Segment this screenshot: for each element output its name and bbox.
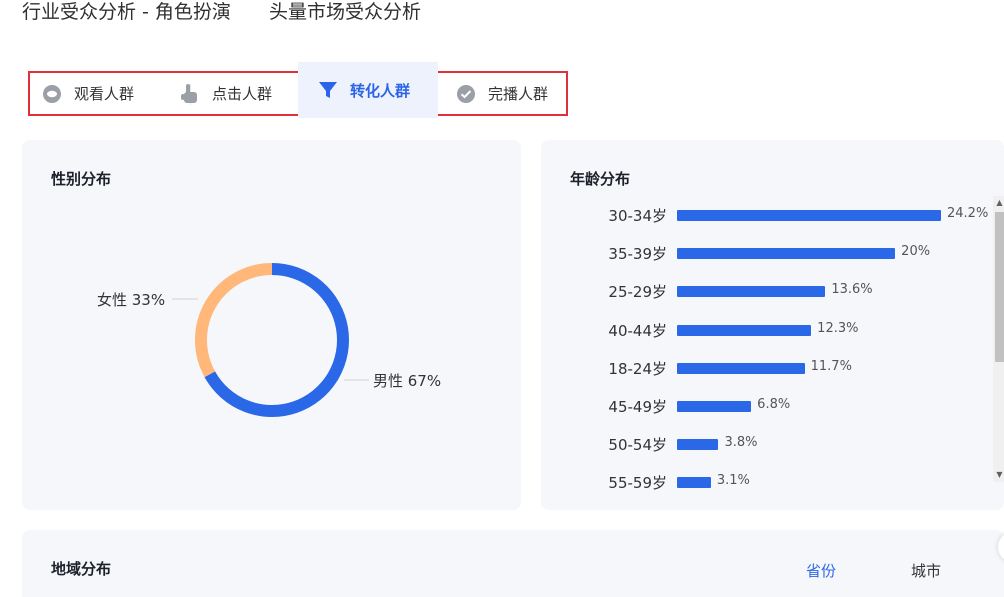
page-root: 行业受众分析 - 角色扮演 头量市场受众分析 观看人群 点击人群 转化人群 完播…	[0, 0, 1004, 597]
donut-slice-female[interactable]	[195, 263, 273, 378]
male-label: 男性 67%	[373, 372, 442, 390]
header-tab-industry[interactable]: 行业受众分析 - 角色扮演	[22, 0, 231, 26]
tab-view-audience[interactable]: 观看人群	[30, 73, 160, 114]
gender-donut-chart	[172, 263, 369, 417]
age-bar[interactable]	[677, 477, 711, 489]
age-category-label: 45-49岁	[608, 398, 667, 416]
age-value-label: 12.3%	[817, 320, 859, 336]
tab-complete-audience[interactable]: 完播人群	[438, 73, 566, 114]
age-category-label: 55-59岁	[608, 474, 667, 493]
age-value-label: 3.1%	[716, 473, 750, 489]
tab-click-audience[interactable]: 点击人群	[160, 73, 298, 114]
scroll-down-icon[interactable]: ▼	[995, 470, 1004, 480]
age-value-label: 24.2%	[947, 206, 989, 221]
eye-icon	[42, 84, 62, 104]
age-category-label: 25-29岁	[608, 283, 667, 302]
hand-pointer-icon	[180, 83, 200, 104]
age-bar[interactable]	[677, 286, 826, 298]
age-bar[interactable]	[677, 362, 805, 374]
gender-card: 性别分布 女性 33% 男性 67%	[22, 140, 521, 510]
age-bar[interactable]	[677, 324, 812, 336]
age-category-label: 30-34岁	[608, 207, 667, 225]
age-value-label: 6.8%	[757, 397, 791, 412]
age-category-label: 35-39岁	[608, 245, 667, 264]
age-category-label: 18-24岁	[608, 359, 667, 378]
region-title: 地域分布	[51, 560, 112, 578]
tab-city[interactable]: 城市	[911, 560, 941, 581]
age-value-label: 11.7%	[810, 358, 852, 374]
audience-tab-group: 观看人群 点击人群 转化人群 完播人群	[28, 62, 568, 118]
age-category-label: 50-54岁	[608, 436, 667, 455]
scroll-up-icon[interactable]: ▲	[995, 198, 1004, 208]
age-card: 年龄分布 30-34岁 24.2% 35-39岁 20% 25-29岁 13.6% 40-4…	[541, 140, 1004, 510]
scroll-thumb[interactable]	[995, 212, 1004, 362]
tab-click-audience-label: 点击人群	[212, 85, 273, 103]
header-tabs: 行业受众分析 - 角色扮演 头量市场受众分析	[22, 0, 421, 26]
female-label: 女性 33%	[97, 291, 166, 309]
age-value-label: 20%	[901, 244, 931, 260]
tab-province[interactable]: 省份	[806, 560, 836, 581]
age-category-label: 40-44岁	[608, 321, 667, 340]
age-bar[interactable]	[677, 439, 719, 451]
tab-conversion-audience-label: 转化人群	[350, 81, 411, 100]
check-circle-icon	[456, 84, 476, 104]
age-value-label: 3.8%	[724, 435, 758, 451]
region-card: 地域分布 省份 城市	[22, 530, 1004, 597]
age-bar[interactable]	[677, 248, 896, 260]
age-value-label: 13.6%	[831, 282, 873, 298]
header-tab-market[interactable]: 头量市场受众分析	[269, 0, 421, 26]
funnel-icon	[318, 80, 338, 100]
age-bar[interactable]	[677, 401, 752, 412]
tab-complete-audience-label: 完播人群	[488, 85, 549, 103]
age-scrollbar[interactable]: ▲ ▼	[993, 196, 1004, 482]
age-bar[interactable]	[677, 210, 941, 221]
age-title: 年龄分布	[570, 170, 631, 188]
tab-conversion-audience[interactable]: 转化人群	[298, 62, 438, 118]
tab-view-audience-label: 观看人群	[74, 85, 135, 103]
